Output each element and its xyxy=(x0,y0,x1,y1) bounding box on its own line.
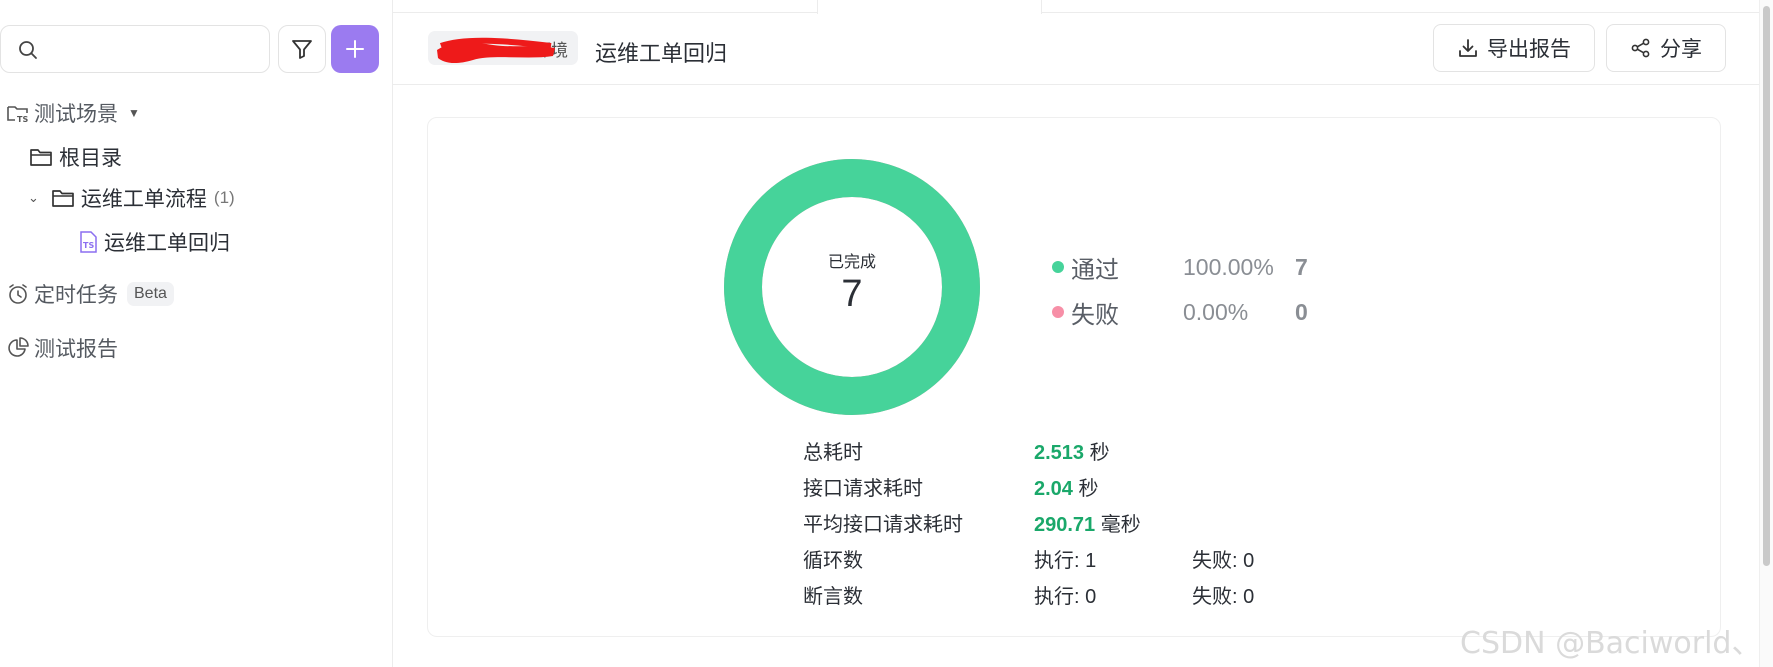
stat-label: 循环数 xyxy=(803,550,863,572)
summary-card: 已完成 7 通过 100.00% 7 失败 0.00% 0 总耗时 2.513 … xyxy=(427,117,1721,637)
stat-label: 平均接口请求耗时 xyxy=(803,514,963,536)
legend-count: 0 xyxy=(1295,298,1308,325)
tree-item-folder[interactable]: ⌄ 运维工单流程 (1) xyxy=(28,183,235,213)
stat-value: 2.04 秒 xyxy=(1034,478,1099,500)
report-main: 环境 运维工单回归 导出报告 分享 xyxy=(393,0,1773,667)
tree-item-label: 根目录 xyxy=(59,147,122,170)
svg-text:TS: TS xyxy=(83,241,94,250)
tree-item-label: 运维工单回归 xyxy=(104,232,230,255)
svg-text:TS: TS xyxy=(17,115,28,124)
donut-center: 已完成 7 xyxy=(724,159,980,415)
folder-icon xyxy=(52,190,74,207)
donut-label: 已完成 xyxy=(827,254,876,271)
add-button[interactable] xyxy=(331,25,379,73)
tab-strip xyxy=(393,0,1773,14)
share-button[interactable]: 分享 xyxy=(1606,24,1726,72)
chevron-down-icon[interactable]: ⌄ xyxy=(28,190,39,206)
stat-total-time: 总耗时 2.513 秒 xyxy=(803,436,1323,466)
result-donut-chart: 已完成 7 xyxy=(724,159,980,415)
stat-value: 290.71 毫秒 xyxy=(1034,514,1141,536)
stat-assertions: 断言数 执行: 0 失败: 0 xyxy=(803,580,1323,610)
alarm-clock-icon xyxy=(9,284,27,304)
pie-chart-icon xyxy=(8,337,29,357)
stat-value: 2.513 秒 xyxy=(1034,442,1110,464)
sidebar-item-test-reports[interactable]: 测试报告 xyxy=(6,333,118,363)
stat-label: 总耗时 xyxy=(803,442,863,464)
sidebar: TS 测试场景 ▼ 根目录 ⌄ 运维工单流程 (1) TS 运维工单回归 定时任… xyxy=(0,0,393,667)
tree-item-label: 运维工单流程 xyxy=(80,188,207,211)
search-input[interactable] xyxy=(0,25,270,73)
report-title: 运维工单回归 xyxy=(595,41,728,66)
stat-executed: 执行: 0 xyxy=(1034,586,1097,608)
export-report-button[interactable]: 导出报告 xyxy=(1433,24,1595,72)
plus-icon xyxy=(346,40,364,58)
share-label: 分享 xyxy=(1660,38,1702,61)
sidebar-item-label: 定时任务 xyxy=(34,284,118,307)
legend-percent: 100.00% xyxy=(1183,253,1274,280)
legend-pass: 通过 100.00% 7 xyxy=(1052,252,1308,284)
caret-down-icon[interactable]: ▼ xyxy=(128,106,140,120)
search-field[interactable] xyxy=(45,34,255,64)
ts-folder-icon: TS xyxy=(7,106,28,124)
stat-label: 接口请求耗时 xyxy=(803,478,923,500)
stat-loops: 循环数 执行: 1 失败: 0 xyxy=(803,544,1323,574)
sidebar-item-scheduled-tasks[interactable]: 定时任务 Beta xyxy=(6,279,174,309)
stat-executed: 执行: 1 xyxy=(1034,550,1097,572)
sidebar-item-label: 测试报告 xyxy=(34,338,118,361)
search-icon xyxy=(19,41,37,59)
pass-dot-icon xyxy=(1052,261,1064,273)
share-icon xyxy=(1631,38,1650,58)
stat-label: 断言数 xyxy=(803,586,863,608)
sidebar-section-label: 测试场景 xyxy=(34,103,118,126)
tree-item-root[interactable]: 根目录 xyxy=(29,142,122,172)
download-icon xyxy=(1459,39,1477,57)
report-header: 环境 运维工单回归 导出报告 分享 xyxy=(393,14,1773,85)
export-report-label: 导出报告 xyxy=(1487,38,1571,61)
folder-count: (1) xyxy=(213,188,235,207)
tree-item-case[interactable]: TS 运维工单回归 xyxy=(77,227,230,257)
legend-name: 通过 xyxy=(1071,256,1119,284)
filter-button[interactable] xyxy=(278,25,326,73)
fail-dot-icon xyxy=(1052,306,1064,318)
stat-failed: 失败: 0 xyxy=(1192,586,1255,608)
legend-percent: 0.00% xyxy=(1183,298,1249,325)
scrollbar[interactable] xyxy=(1759,0,1773,667)
stat-avg-request-time: 平均接口请求耗时 290.71 毫秒 xyxy=(803,508,1323,538)
redaction-scribble xyxy=(437,37,555,64)
legend-name: 失败 xyxy=(1071,301,1119,329)
filter-icon xyxy=(292,40,312,59)
legend-fail: 失败 0.00% 0 xyxy=(1052,297,1308,329)
donut-value: 7 xyxy=(841,273,863,315)
watermark: CSDN @Baciworld、 xyxy=(1460,626,1762,661)
beta-badge: Beta xyxy=(127,282,174,306)
ts-file-icon: TS xyxy=(80,231,97,253)
scrollbar-thumb[interactable] xyxy=(1763,6,1770,566)
tab-active[interactable] xyxy=(817,0,1042,14)
stat-request-time: 接口请求耗时 2.04 秒 xyxy=(803,472,1323,502)
stat-failed: 失败: 0 xyxy=(1192,550,1255,572)
folder-icon xyxy=(30,149,52,166)
sidebar-item-test-scenarios[interactable]: TS 测试场景 ▼ xyxy=(6,98,140,128)
legend-count: 7 xyxy=(1295,253,1308,280)
